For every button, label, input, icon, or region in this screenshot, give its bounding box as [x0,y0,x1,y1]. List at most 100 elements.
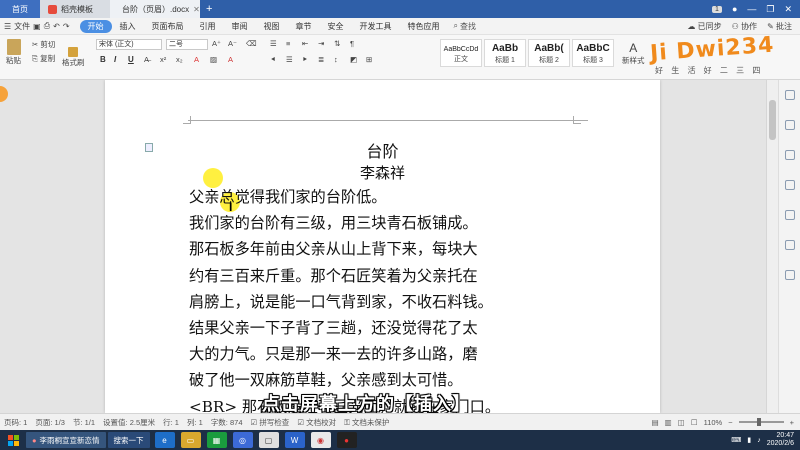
style-option-0[interactable]: AaBbCcDd 正文 [440,39,482,67]
blank-app-icon[interactable]: ▢ [258,432,279,448]
new-tab-button[interactable]: + [200,0,218,18]
grow-font-icon[interactable]: A⁺ [212,39,221,48]
record-app-icon[interactable]: ● [336,432,357,448]
collab-button[interactable]: ⚇ 协作 [732,21,757,32]
bullets-icon[interactable]: ☰ [270,39,277,48]
ribbon-tab-4[interactable]: 审阅 [224,20,256,33]
ribbon-tab-7[interactable]: 安全 [320,20,352,33]
avatar-icon[interactable]: ● [732,4,737,14]
hamburger-icon[interactable]: ☰ [4,22,11,31]
line-spacing-icon[interactable]: ↕ [334,55,338,64]
style-option-3[interactable]: AaBbC 标题 3 [572,39,614,67]
indent-increase-icon[interactable]: ⇥ [318,39,324,48]
tab-document[interactable]: 台阶（页眉）.docx ✕ [110,0,200,18]
ribbon-tab-1[interactable]: 插入 [112,20,144,33]
proof-button[interactable]: ☑ 文档校对 [297,417,336,428]
menu-file[interactable]: 文件 [14,21,30,32]
volume-icon[interactable]: ♪ [757,437,761,444]
protect-button[interactable]: ⚿ 文档未保护 [344,417,389,428]
ribbon-tab-6[interactable]: 章节 [288,20,320,33]
spell-check-button[interactable]: ☑ 拼写检查 [251,417,290,428]
ribbon-tab-5[interactable]: 视图 [256,20,288,33]
view-page-icon[interactable]: ▤ [652,418,659,427]
subscript-icon[interactable]: x₂ [176,55,183,64]
taskbar-search[interactable]: 搜索一下 [107,432,150,448]
zoom-out-icon[interactable]: − [728,418,732,427]
panel-style-icon[interactable] [785,90,795,100]
status-pages[interactable]: 页面: 1/3 [35,417,65,428]
highlight-icon[interactable]: ▨ [210,55,217,64]
align-right-icon[interactable]: ⯈ [302,55,308,65]
style-option-2[interactable]: AaBb(标题 2 [528,39,570,67]
start-button[interactable] [0,430,26,450]
ribbon-tab-2[interactable]: 页面布局 [144,20,192,33]
panel-shape-icon[interactable] [785,150,795,160]
strikethrough-icon[interactable]: A̶ [144,55,149,64]
panel-format-icon[interactable] [785,180,795,190]
shrink-font-icon[interactable]: A⁻ [228,39,237,48]
format-painter-button[interactable]: 格式刷 [62,47,85,68]
document-line[interactable]: 大的力气。只是那一来一去的许多山路，磨 [189,341,589,367]
print-icon[interactable]: ⎙ [44,21,50,31]
keyboard-icon[interactable]: ⌨ [731,436,741,444]
numbering-icon[interactable]: ≡ [286,39,290,48]
redo-icon[interactable]: ↷ [63,22,70,31]
tab-home[interactable]: 首页 [0,0,40,18]
panel-backup-icon[interactable] [785,210,795,220]
system-clock[interactable]: 20:47 2020/2/6 [767,432,794,448]
ribbon-tab-8[interactable]: 开发工具 [352,20,400,33]
file-explorer-icon[interactable]: ▭ [180,432,201,448]
align-center-icon[interactable]: ☰ [286,55,293,64]
panel-help-icon[interactable] [785,270,795,280]
italic-button[interactable]: I [114,55,116,64]
panel-select-icon[interactable] [785,120,795,130]
chrome-icon[interactable]: ◉ [310,432,331,448]
shading-icon[interactable]: ◩ [350,55,357,64]
save-icon[interactable]: ▣ [33,22,41,31]
cloud-app-icon[interactable]: ◎ [232,432,253,448]
wps-writer-icon[interactable]: W [284,432,305,448]
view-read-icon[interactable]: ☐ [691,418,698,427]
panel-share-icon[interactable] [785,240,795,250]
zoom-slider-knob[interactable] [756,418,761,426]
cut-button[interactable]: ✂ 剪切 [32,39,55,50]
network-icon[interactable]: ▮ [747,436,751,444]
document-author[interactable]: 李森祥 [105,162,660,183]
copy-button[interactable]: ⎘ 复制 [32,53,55,64]
document-area[interactable]: 台阶 李森祥 父亲总觉得我们家的台阶低。 我们家的台阶有三级，用三块青石板铺成。那… [0,80,780,413]
zoom-in-icon[interactable]: + [790,418,794,427]
view-web-icon[interactable]: ◫ [678,418,685,427]
document-line[interactable]: 我们家的台阶有三级，用三块青石板铺成。 [189,210,589,236]
status-words[interactable]: 字数: 874 [211,417,243,428]
document-title[interactable]: 台阶 [105,138,660,162]
sort-icon[interactable]: ⇅ [334,39,340,48]
sync-button[interactable]: ☁ 已同步 [687,21,721,32]
close-window-icon[interactable]: ✕ [784,4,792,15]
comment-button[interactable]: ✎ 批注 [767,21,792,32]
ribbon-tab-3[interactable]: 引用 [192,20,224,33]
store-icon[interactable]: ▦ [206,432,227,448]
maximize-icon[interactable]: ❐ [766,4,774,15]
vertical-scrollbar[interactable] [766,80,778,413]
document-line[interactable]: 肩膀上，说是能一口气背到家，不收石料钱。 [189,289,589,315]
ie-icon[interactable]: e [154,432,175,448]
ribbon-tab-0[interactable]: 开始 [79,19,112,33]
paste-button[interactable]: 粘贴 [6,39,21,66]
taskbar-news-item[interactable]: ● 李雨桐宣宣新恋情 [26,432,106,448]
show-marks-icon[interactable]: ¶ [350,39,354,48]
view-outline-icon[interactable]: ▥ [665,418,672,427]
justify-icon[interactable]: ≣ [318,55,324,64]
font-color-icon[interactable]: A [194,55,199,64]
bold-button[interactable]: B [100,55,106,64]
ribbon-tab-9[interactable]: 特色应用 [400,20,448,33]
document-page[interactable]: 台阶 李森祥 父亲总觉得我们家的台阶低。 我们家的台阶有三级，用三块青石板铺成。那… [105,80,660,413]
tab-template[interactable]: 稻壳模板 [40,0,110,18]
underline-button[interactable]: U [128,55,134,64]
align-left-icon[interactable]: ⯇ [270,55,276,65]
undo-icon[interactable]: ↶ [53,22,60,31]
document-line[interactable]: 约有三百来斤重。那个石匠笑着为父亲托在 [189,263,589,289]
zoom-slider[interactable] [738,418,784,426]
document-line[interactable]: 那石板多年前由父亲从山上背下来，每块大 [189,236,589,262]
scroll-thumb[interactable] [769,100,776,140]
close-tab-icon[interactable]: ✕ [193,5,200,14]
